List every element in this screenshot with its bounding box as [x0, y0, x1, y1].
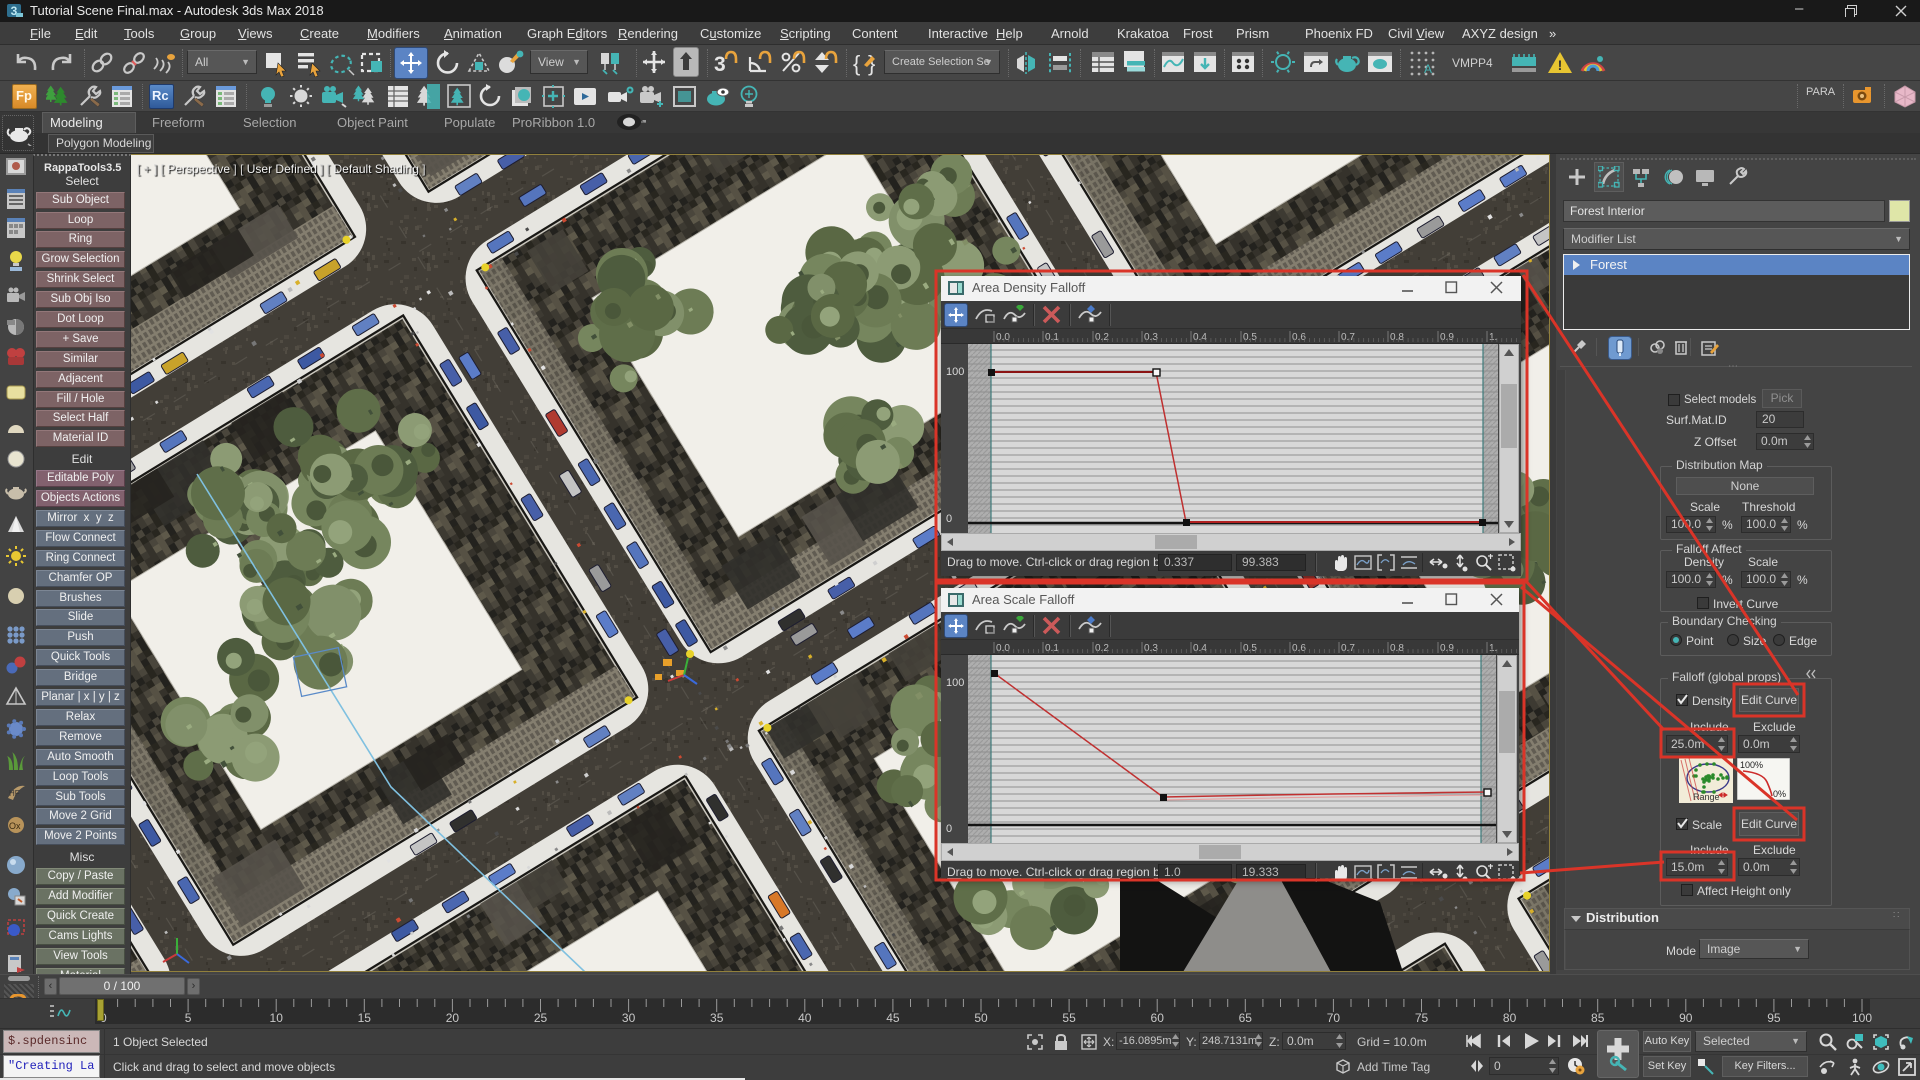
svg-text:70: 70	[1327, 1011, 1341, 1025]
svg-text:0.0: 0.0	[996, 332, 1010, 343]
svg-text:35: 35	[710, 1011, 724, 1025]
svg-text:1.: 1.	[1489, 332, 1497, 343]
svg-text:0.8: 0.8	[1390, 643, 1404, 654]
svg-text:0.3: 0.3	[1144, 643, 1158, 654]
svg-text:0.6: 0.6	[1292, 643, 1306, 654]
svg-text:HF: HF	[9, 789, 20, 798]
svg-text:3: 3	[714, 53, 726, 76]
svg-text:100: 100	[1852, 1011, 1872, 1025]
svg-text:15: 15	[358, 1011, 372, 1025]
svg-text:0.1: 0.1	[1045, 332, 1059, 343]
svg-text:55: 55	[1062, 1011, 1076, 1025]
svg-text:60: 60	[1151, 1011, 1165, 1025]
svg-text:25: 25	[534, 1011, 548, 1025]
svg-text:50: 50	[974, 1011, 988, 1025]
svg-text:75: 75	[1415, 1011, 1429, 1025]
svg-text:30: 30	[622, 1011, 636, 1025]
svg-text:0.0: 0.0	[996, 643, 1010, 654]
svg-text:Ox: Ox	[9, 821, 21, 831]
svg-text:85: 85	[1591, 1011, 1605, 1025]
svg-text:65: 65	[1239, 1011, 1253, 1025]
svg-text:0%: 0%	[1773, 789, 1786, 799]
svg-text:40: 40	[798, 1011, 812, 1025]
svg-text:0.8: 0.8	[1390, 332, 1404, 343]
svg-text:Range: Range	[1693, 792, 1720, 802]
svg-text:80: 80	[1503, 1011, 1517, 1025]
svg-text:0.4: 0.4	[1193, 332, 1207, 343]
svg-text:0.7: 0.7	[1341, 332, 1355, 343]
svg-text:90: 90	[1679, 1011, 1693, 1025]
svg-text:1.: 1.	[1489, 643, 1497, 654]
svg-text:0.6: 0.6	[1292, 332, 1306, 343]
svg-text:100%: 100%	[1740, 760, 1763, 770]
svg-text:45: 45	[886, 1011, 900, 1025]
svg-text:0.7: 0.7	[1341, 643, 1355, 654]
svg-text:0.4: 0.4	[1193, 643, 1207, 654]
svg-text:5: 5	[185, 1011, 192, 1025]
svg-text:95: 95	[1767, 1011, 1781, 1025]
svg-text:10: 10	[270, 1011, 284, 1025]
svg-text:20: 20	[446, 1011, 460, 1025]
svg-text:0.3: 0.3	[1144, 332, 1158, 343]
svg-text:0.1: 0.1	[1045, 643, 1059, 654]
svg-text:!: !	[1558, 57, 1563, 73]
svg-text:{: {	[853, 51, 860, 76]
svg-text:A: A	[1424, 62, 1432, 76]
